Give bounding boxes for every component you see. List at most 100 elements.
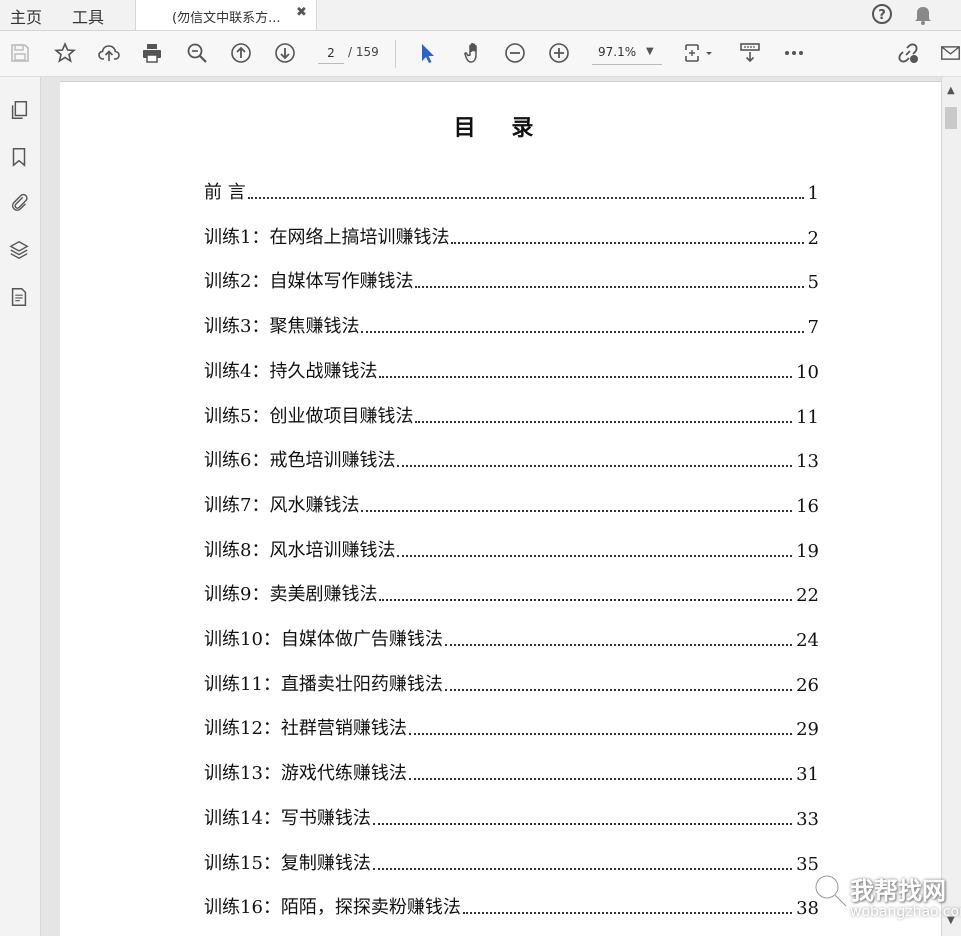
attachment-icon[interactable] [8, 191, 30, 213]
layers-icon[interactable] [8, 239, 30, 261]
document-page: 目 录 前 言 1 训练1：在网络上搞培训赚钱法 2 训练2：自媒体写作赚钱法 5 训练3：… [60, 81, 941, 936]
tab-home[interactable]: 主页 [10, 4, 42, 28]
next-page-button[interactable] [272, 40, 298, 66]
search-button[interactable] [184, 40, 210, 66]
bookmark-icon[interactable] [8, 146, 30, 168]
chevron-down-icon: ▼ [646, 46, 654, 57]
toc-leader-dots [444, 688, 793, 691]
scroll-up-arrow-icon[interactable]: ▲ [947, 85, 955, 96]
toc-entry[interactable]: 训练3：聚焦赚钱法 7 [204, 312, 819, 338]
toc-entry[interactable]: 训练12：社群营销赚钱法 29 [204, 714, 819, 740]
toc-entry-title: 训练16：陌陌，探探卖粉赚钱法 [204, 897, 461, 919]
vertical-scrollbar[interactable]: ▲ ▼ [941, 77, 961, 936]
zoom-out-button[interactable] [502, 40, 528, 66]
toc-entry-page: 24 [796, 630, 819, 651]
toc-entry[interactable]: 训练1：在网络上搞培训赚钱法 2 [204, 223, 819, 249]
scroll-mode-button[interactable] [737, 40, 763, 66]
scroll-thumb[interactable] [945, 107, 957, 129]
toc-entry[interactable]: 训练2：自媒体写作赚钱法 5 [204, 267, 819, 293]
toc-leader-dots [379, 375, 793, 378]
toc-leader-dots [408, 778, 793, 781]
close-icon[interactable]: ✖ [296, 5, 307, 20]
toc-entry[interactable]: 训练9：卖美剧赚钱法 22 [204, 580, 819, 606]
toc-leader-dots [379, 599, 793, 602]
toc-entry[interactable]: 训练8：风水培训赚钱法 19 [204, 536, 819, 562]
toc-entry[interactable]: 训练6：戒色培训赚钱法 13 [204, 446, 819, 472]
toc-entry[interactable]: 前 言 1 [204, 178, 819, 204]
toc-entry-title: 训练3：聚焦赚钱法 [204, 316, 360, 338]
save-button[interactable] [7, 40, 33, 66]
cursor-arrow-icon [422, 44, 434, 63]
save-icon [11, 44, 29, 62]
toc-entry[interactable]: 训练7：风水赚钱法 16 [204, 491, 819, 517]
toc-entry-page: 1 [807, 183, 819, 204]
toc-entry-page: 10 [796, 361, 819, 383]
toc-entry-page: 29 [796, 719, 819, 741]
toc-entry[interactable]: 训练13：游戏代练赚钱法 31 [204, 759, 819, 785]
toc-entry-title: 训练5：创业做项目赚钱法 [204, 405, 414, 427]
page-thumbnails-icon[interactable] [8, 99, 30, 121]
zoom-select[interactable]: 97.1% ▼ [592, 42, 662, 65]
zoom-in-button[interactable] [546, 40, 572, 66]
toc-entry-page: 22 [796, 585, 819, 607]
toc-entry-title: 前 言 [204, 182, 246, 203]
toc-entry-title: 训练2：自媒体写作赚钱法 [204, 271, 414, 293]
toc-entry-title: 训练6：戒色培训赚钱法 [204, 450, 396, 472]
hand-tool-button[interactable] [458, 40, 484, 66]
print-button[interactable] [139, 40, 165, 66]
arrow-up-circle-icon [231, 43, 251, 63]
email-button[interactable] [940, 40, 961, 66]
cloud-upload-icon [98, 45, 120, 61]
toc-leader-dots [397, 554, 793, 557]
toc-entry[interactable]: 训练4：持久战赚钱法 10 [204, 357, 819, 383]
toc-entry[interactable]: 训练5：创业做项目赚钱法 11 [204, 402, 819, 428]
prev-page-button[interactable] [228, 40, 254, 66]
help-icon[interactable]: ? [870, 2, 894, 26]
toc-entry[interactable]: 训练16：陌陌，探探卖粉赚钱法 38 [204, 893, 819, 919]
toc-leader-dots [451, 241, 804, 244]
toc-entry[interactable]: 训练10：自媒体做广告赚钱法 24 [204, 625, 819, 651]
watermark-name: 我帮找网 [850, 877, 946, 905]
toc-entry-page: 7 [807, 317, 819, 339]
toolbar-divider [395, 40, 396, 68]
tab-tools[interactable]: 工具 [72, 4, 104, 28]
toc-leader-dots [408, 733, 793, 736]
bookmark-star-button[interactable] [52, 40, 78, 66]
tab-document-label: (勿信文中联系方... [172, 11, 281, 26]
zoom-value: 97.1% [598, 45, 637, 59]
upload-button[interactable] [96, 40, 122, 66]
toc-leader-dots [415, 286, 804, 289]
toc-leader-dots [462, 912, 793, 915]
fit-page-icon [685, 44, 712, 62]
toc-entry-page: 2 [807, 227, 819, 249]
more-horizontal-icon [785, 51, 803, 55]
document-properties-icon[interactable] [8, 286, 30, 308]
select-tool-button[interactable] [414, 40, 440, 66]
minus-circle-icon [505, 43, 525, 63]
toc-leader-dots [397, 465, 793, 468]
tab-bar: 主页 工具 (勿信文中联系方... ✖ ? [0, 0, 961, 31]
toc-entry[interactable]: 训练15：复制赚钱法 35 [204, 849, 819, 875]
page-fit-button[interactable] [682, 40, 716, 66]
toc-entry-title: 训练13：游戏代练赚钱法 [204, 763, 407, 785]
toc-entry-page: 31 [796, 764, 819, 786]
page-total: / 159 [348, 45, 379, 59]
svg-text:?: ? [878, 8, 886, 23]
link-icon [898, 43, 918, 63]
more-tools-button[interactable] [781, 40, 807, 66]
tab-document[interactable]: (勿信文中联系方... ✖ [135, 0, 317, 30]
hand-icon [464, 43, 477, 63]
plus-circle-icon [549, 43, 569, 63]
magnifier-logo-icon [814, 874, 849, 909]
toc-entry[interactable]: 训练11：直播卖壮阳药赚钱法 26 [204, 670, 819, 696]
bell-icon[interactable] [911, 2, 935, 26]
toc-heading: 目 录 [453, 115, 548, 141]
share-link-button[interactable] [895, 40, 921, 66]
print-icon [143, 44, 161, 63]
left-nav-panel [0, 77, 41, 936]
mail-icon [941, 46, 960, 60]
toc-entry[interactable]: 训练14：写书赚钱法 33 [204, 804, 819, 830]
toc-leader-dots [444, 644, 793, 646]
toolbar: / 159 97.1% ▼ [0, 31, 961, 77]
page-number-input[interactable] [318, 43, 344, 64]
